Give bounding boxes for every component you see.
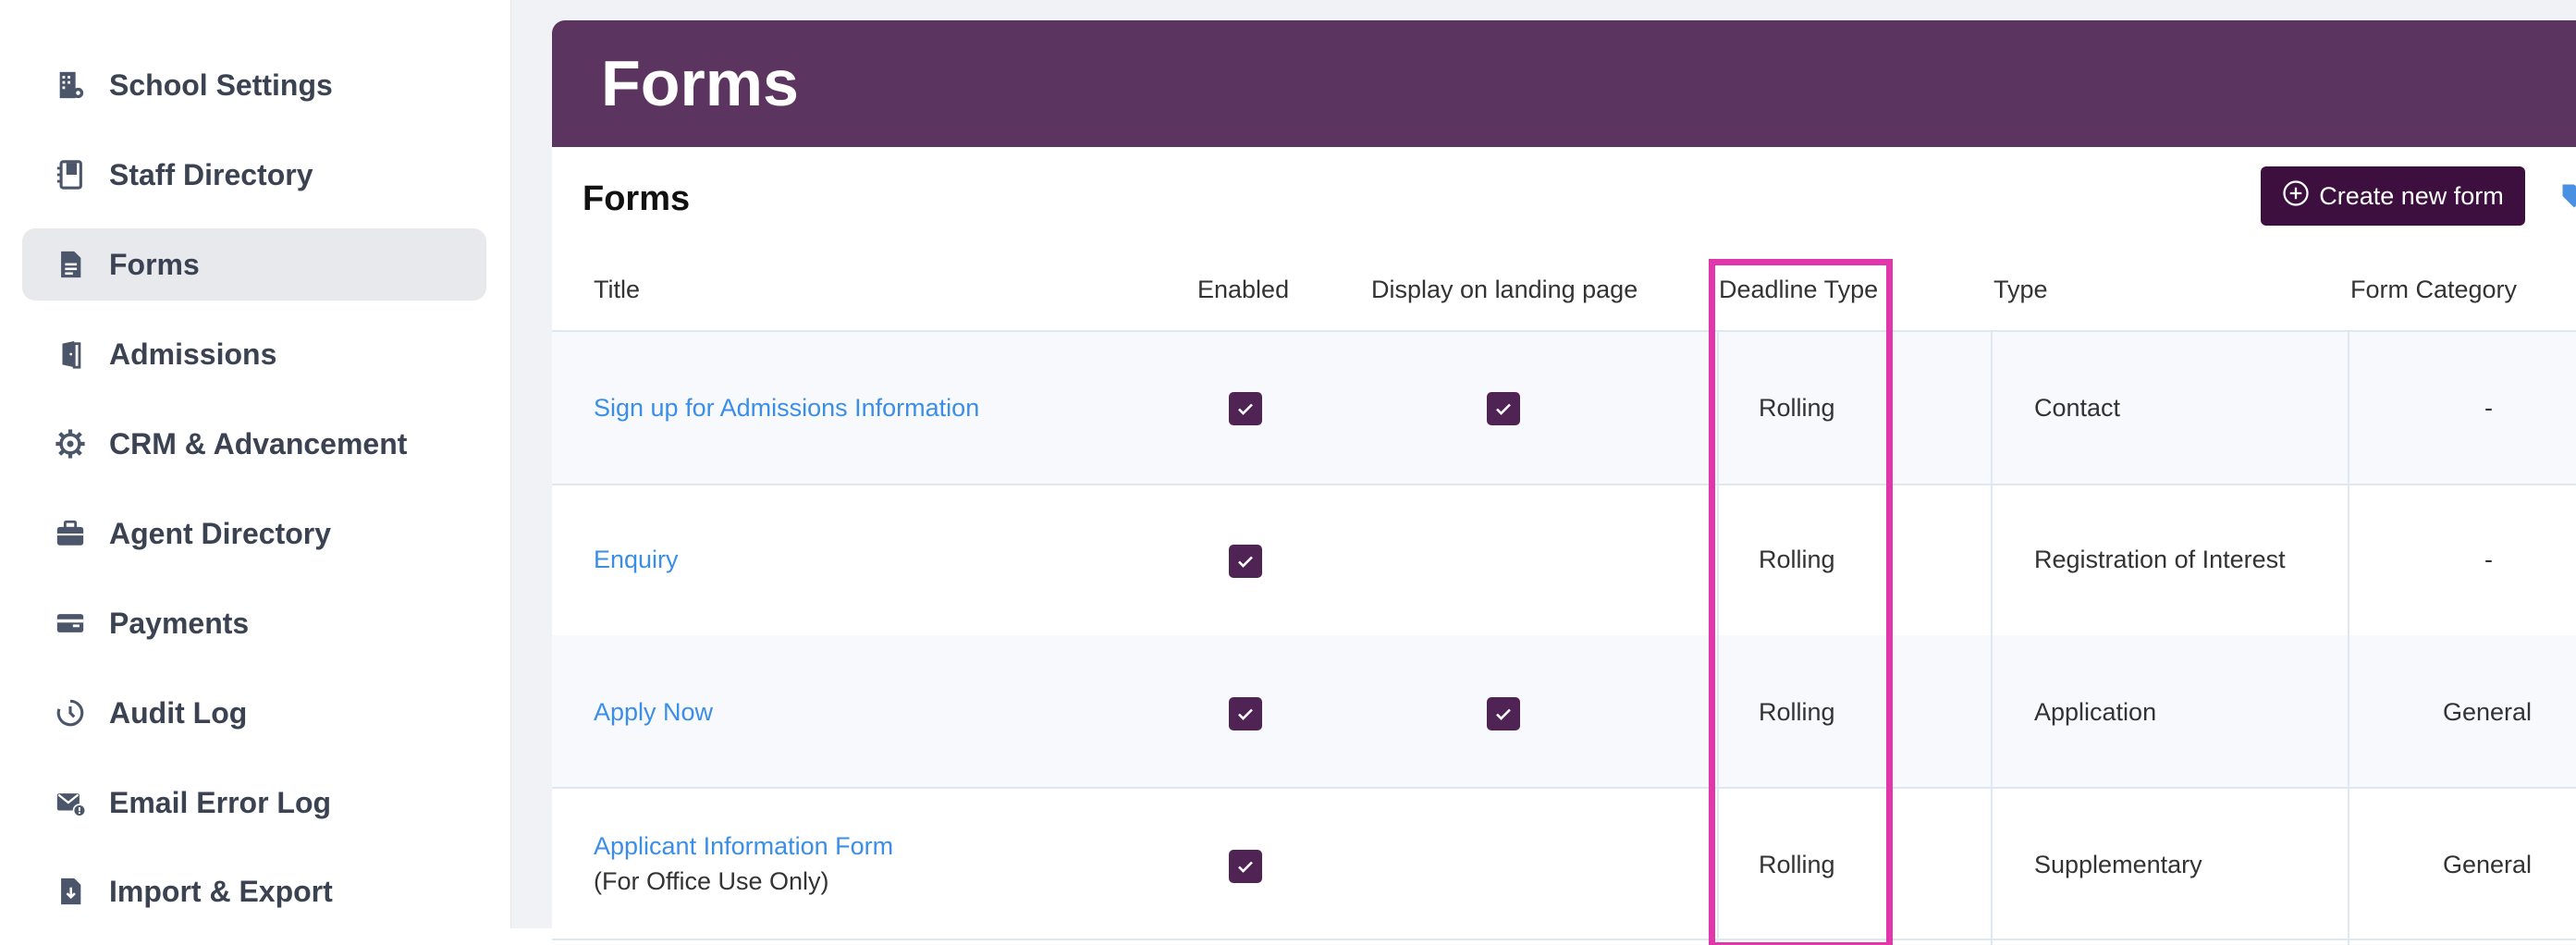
sidebar-item-label: Forms	[109, 247, 200, 281]
check-icon	[1238, 403, 1253, 415]
sidebar-item-label: Audit Log	[109, 695, 248, 730]
wallet-icon	[52, 605, 89, 642]
sidebar-item-label: Staff Directory	[109, 157, 313, 191]
document-icon	[52, 246, 89, 283]
check-icon	[1238, 556, 1253, 568]
sidebar-item-label: CRM & Advancement	[109, 426, 408, 460]
enabled-checkbox[interactable]	[1229, 545, 1262, 578]
page-title: Forms	[601, 47, 799, 119]
briefcase-icon	[52, 515, 89, 552]
create-new-form-button[interactable]: Create new form	[2261, 166, 2525, 226]
tag-icon[interactable]	[2560, 179, 2576, 213]
gear-icon	[52, 425, 89, 462]
table-row	[552, 787, 2576, 940]
sidebar-item-label: Payments	[109, 606, 250, 640]
enabled-checkbox[interactable]	[1229, 850, 1262, 883]
building-icon	[52, 67, 89, 104]
form-category-value: -	[2484, 546, 2493, 573]
history-icon	[52, 694, 89, 731]
sidebar-item-staff-directory[interactable]: Staff Directory	[22, 139, 486, 211]
sidebar-item-email-error-log[interactable]: Email Error Log	[22, 767, 486, 839]
sidebar: School Settings Staff Directory Forms Ad…	[0, 0, 511, 928]
form-category-value: -	[2484, 394, 2493, 422]
sidebar-item-school-settings[interactable]: School Settings	[22, 49, 486, 121]
sidebar-item-agent-directory[interactable]: Agent Directory	[22, 497, 486, 570]
check-icon	[1496, 708, 1511, 720]
file-download-icon	[52, 873, 89, 910]
enabled-checkbox[interactable]	[1229, 392, 1262, 425]
sidebar-item-label: Admissions	[109, 337, 277, 371]
sidebar-item-label: School Settings	[109, 68, 333, 102]
column-divider	[1717, 332, 1719, 945]
form-category-value: General	[2443, 851, 2533, 878]
column-header-landing[interactable]: Display on landing page	[1371, 276, 1638, 304]
table-row	[552, 635, 2576, 789]
door-icon	[52, 336, 89, 373]
page-banner: Forms	[552, 20, 2576, 147]
email-error-icon	[52, 784, 89, 821]
form-title-link[interactable]: Sign up for Admissions Information	[594, 394, 979, 423]
type-value: Contact	[2034, 394, 2121, 422]
sidebar-item-forms[interactable]: Forms	[22, 228, 486, 301]
column-divider	[2348, 332, 2349, 945]
main-content: Forms Forms Create new form Title Enable…	[511, 0, 2576, 945]
landing-page-checkbox[interactable]	[1487, 392, 1520, 425]
form-category-value: General	[2443, 698, 2533, 726]
column-header-enabled[interactable]: Enabled	[1197, 276, 1289, 304]
forms-card: Forms Forms Create new form Title Enable…	[552, 20, 2576, 945]
sidebar-item-crm[interactable]: CRM & Advancement	[22, 408, 486, 480]
sidebar-item-payments[interactable]: Payments	[22, 587, 486, 659]
type-value: Application	[2034, 698, 2157, 726]
plus-circle-icon	[2282, 179, 2310, 214]
sidebar-item-label: Email Error Log	[109, 785, 332, 819]
section-title: Forms	[583, 179, 691, 218]
column-header-form-category[interactable]: Form Category	[2350, 276, 2517, 304]
form-title-link[interactable]: Enquiry	[594, 546, 679, 574]
sidebar-item-audit-log[interactable]: Audit Log	[22, 677, 486, 749]
deadline-type-value: Rolling	[1759, 851, 1835, 878]
check-icon	[1238, 708, 1253, 720]
deadline-type-value: Rolling	[1759, 394, 1835, 422]
sidebar-item-label: Import & Export	[109, 874, 333, 908]
form-title-link[interactable]: Apply Now	[594, 698, 713, 727]
type-value: Registration of Interest	[2034, 546, 2286, 573]
sidebar-item-label: Agent Directory	[109, 516, 332, 550]
deadline-type-value: Rolling	[1759, 698, 1835, 726]
type-value: Supplementary	[2034, 851, 2202, 878]
column-header-title[interactable]: Title	[594, 276, 640, 304]
form-title-link[interactable]: Applicant Information Form	[594, 832, 893, 861]
form-title-note: (For Office Use Only)	[594, 867, 829, 895]
column-divider	[1991, 332, 1993, 945]
sidebar-item-import-export[interactable]: Import & Export	[22, 855, 486, 927]
enabled-checkbox[interactable]	[1229, 697, 1262, 730]
staff-book-icon	[52, 156, 89, 193]
check-icon	[1496, 403, 1511, 415]
sidebar-item-admissions[interactable]: Admissions	[22, 318, 486, 390]
landing-page-checkbox[interactable]	[1487, 697, 1520, 730]
column-header-type[interactable]: Type	[1993, 276, 2048, 304]
deadline-type-value: Rolling	[1759, 546, 1835, 573]
create-button-label: Create new form	[2319, 181, 2504, 210]
column-header-deadline-type[interactable]: Deadline Type	[1719, 276, 1878, 304]
check-icon	[1238, 861, 1253, 873]
